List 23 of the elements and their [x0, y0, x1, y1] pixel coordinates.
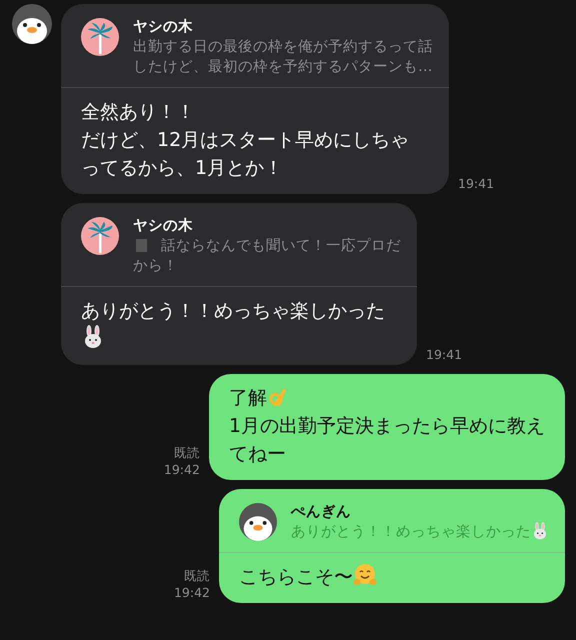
message-text: 了解 1月の出勤予定決まったら早めに教え てねー	[228, 385, 546, 467]
penguin-avatar-icon	[12, 4, 52, 44]
quoted-sender-name: ヤシの木	[133, 217, 194, 236]
penguin-avatar-icon	[239, 503, 277, 541]
quoted-message-text: 話ならなんでも聞いて！一応プロだ から！	[133, 236, 401, 276]
palm-tree-avatar-icon	[81, 217, 119, 255]
message-text: こちらこそ〜	[219, 553, 565, 603]
hugging-face-icon	[353, 563, 377, 587]
image-placeholder	[136, 239, 147, 252]
quoted-message-text: 出勤する日の最後の枠を俺が予約するって話 したけど、最初の枠を予約するパターンも…	[133, 38, 433, 77]
message-time: 19:42	[174, 584, 210, 601]
message-time: 19:41	[458, 175, 494, 192]
palm-tree-avatar-icon	[81, 18, 119, 56]
message-text: ありがとう！！めっちゃ楽しかった	[61, 287, 417, 365]
read-receipt: 既読	[183, 567, 210, 584]
rabbit-face-icon	[531, 522, 549, 540]
quoted-message-text: ありがとう！！めっちゃ楽しかった	[291, 522, 549, 542]
read-receipt: 既読	[172, 444, 200, 461]
quoted-sender-name: ヤシの木	[133, 18, 194, 37]
quoted-sender-name: ぺんぎん	[291, 503, 352, 522]
message-time: 19:41	[426, 346, 462, 363]
message-time: 19:42	[164, 461, 200, 478]
message-text: 全然あり！！ だけど、12月はスタート早めにしちゃ ってるから、1月とか！	[80, 100, 410, 181]
